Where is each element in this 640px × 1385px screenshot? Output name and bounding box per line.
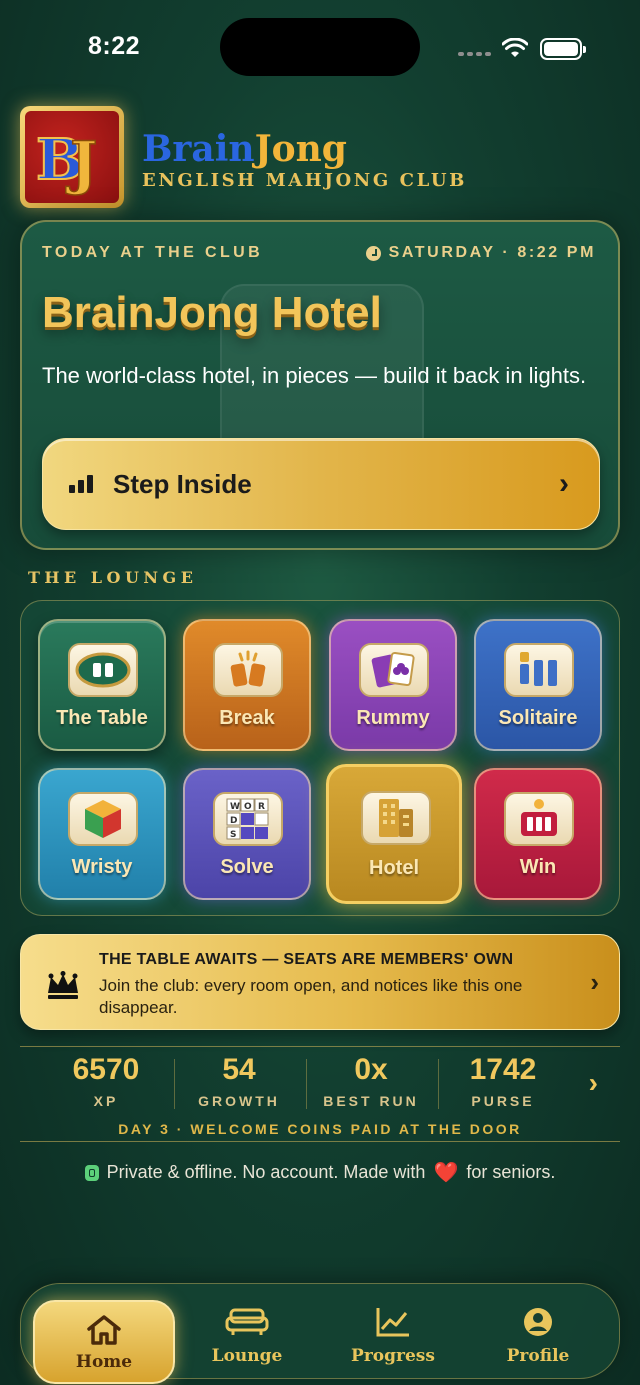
lounge-section-label: THE LOUNGE (28, 568, 198, 587)
stats-strip[interactable]: 6570 XP 54 GROWTH 0x BEST RUN 1742 PURSE… (20, 1046, 620, 1142)
hotel-icon (361, 791, 431, 845)
logo-monogram-icon: B J (35, 126, 98, 197)
battery-icon (540, 38, 586, 60)
featured-datetime-text: SATURDAY · 8:22 PM (388, 244, 596, 261)
dynamic-island (220, 18, 420, 76)
status-time: 8:22 (88, 32, 141, 60)
stat-value: 54 (222, 1053, 256, 1086)
notice-headline: THE TABLE AWAITS — SEATS ARE MEMBERS' OW… (99, 951, 514, 968)
word-grid-letter: S (230, 830, 236, 840)
stat-xp: 6570 XP (40, 1053, 172, 1109)
chevron-right-icon: › (559, 467, 569, 500)
step-inside-label: Step Inside (113, 469, 252, 499)
game-tile-the-table[interactable]: The Table (38, 619, 166, 751)
game-tile-solve[interactable]: W O R D S Solve (183, 768, 311, 900)
privacy-note: Private & offline. No account. Made with… (0, 1160, 640, 1185)
game-tile-label: Solve (220, 856, 274, 878)
brand-tagline: ENGLISH MAHJONG CLUB (142, 170, 467, 191)
svg-text:J: J (65, 129, 97, 197)
game-tile-wristy[interactable]: Wristy (38, 768, 166, 900)
word-grid-letter: R (258, 802, 265, 812)
featured-card: TODAY AT THE CLUB SATURDAY · 8:22 PM Bra… (20, 220, 620, 550)
tab-bar: Home Lounge Progress Profile (20, 1283, 620, 1384)
chart-icon (376, 1308, 409, 1337)
game-tile-label: Solitaire (498, 707, 578, 729)
tab-label: Progress (351, 1346, 435, 1366)
stat-purse: 1742 PURSE (437, 1053, 569, 1109)
tab-label: Profile (506, 1346, 570, 1366)
game-tile-label: Hotel (369, 857, 419, 879)
featured-datetime: SATURDAY · 8:22 PM (365, 244, 596, 262)
day-streak-line: DAY 3 · WELCOME COINS PAID AT THE DOOR (118, 1121, 522, 1137)
tab-progress[interactable]: Progress (323, 1284, 463, 1380)
wifi-icon (502, 38, 528, 57)
person-icon (524, 1308, 552, 1336)
cards-icon (359, 643, 429, 697)
clock-icon (365, 245, 381, 261)
privacy-text: Private & offline. No account. Made with (106, 1162, 426, 1182)
word-grid-letter: D (230, 816, 237, 826)
columns-icon (504, 643, 574, 697)
word-grid-letter: W (230, 802, 240, 812)
game-tile-solitaire[interactable]: Solitaire (474, 619, 602, 751)
brand-title: BrainJong (142, 128, 347, 170)
lounge-grid: The Table Break Rummy Solitaire Wristy W… (20, 600, 620, 916)
game-tile-label: Break (219, 707, 275, 729)
game-tile-label: Win (519, 856, 557, 878)
game-tile-hotel[interactable]: Hotel (326, 764, 462, 904)
chevron-right-icon: › (588, 1067, 598, 1098)
game-tile-break[interactable]: Break (183, 619, 311, 751)
sofa-icon (225, 1308, 269, 1335)
game-tile-label: Wristy (71, 856, 133, 878)
game-tile-label: The Table (56, 707, 148, 729)
lock-icon (84, 1164, 99, 1181)
cellular-signal-icon (458, 52, 491, 56)
tab-profile[interactable]: Profile (468, 1284, 608, 1380)
game-tile-rummy[interactable]: Rummy (329, 619, 457, 751)
stat-value: 1742 (469, 1053, 537, 1086)
stat-label: XP (93, 1093, 119, 1109)
stat-growth: 54 GROWTH (173, 1053, 305, 1109)
game-tile-label: Rummy (356, 707, 430, 729)
featured-description: The world-class hotel, in pieces — build… (42, 363, 587, 388)
word-grid-letter: O (244, 802, 252, 812)
stat-best-run: 0x BEST RUN (305, 1053, 437, 1109)
featured-kicker: TODAY AT THE CLUB (42, 244, 264, 261)
table-icon (68, 643, 138, 697)
chevron-right-icon: › (590, 967, 599, 997)
step-inside-button[interactable]: Step Inside › (42, 438, 600, 530)
featured-title: BrainJong Hotel (42, 288, 382, 337)
break-icon (213, 643, 283, 697)
signal-bars-icon (69, 475, 93, 493)
home-icon (87, 1315, 121, 1345)
game-tile-win[interactable]: Win (474, 768, 602, 900)
stat-value: 6570 (72, 1053, 140, 1086)
tab-lounge[interactable]: Lounge (177, 1284, 317, 1380)
stat-label: PURSE (471, 1093, 535, 1109)
tab-label: Lounge (211, 1346, 283, 1366)
word-grid-icon: W O R D S (213, 792, 283, 846)
stat-label: BEST RUN (323, 1093, 419, 1109)
stat-value: 0x (354, 1053, 388, 1086)
cube-icon (68, 792, 138, 846)
membership-notice[interactable]: THE TABLE AWAITS — SEATS ARE MEMBERS' OW… (20, 934, 620, 1030)
heart-icon: ❤️ (433, 1162, 459, 1184)
tab-label: Home (75, 1352, 133, 1372)
privacy-text-end: for seniors. (466, 1162, 556, 1182)
status-bar: 8:22 (0, 0, 640, 96)
stat-label: GROWTH (198, 1093, 280, 1109)
brand-part-brain: Brain (142, 128, 255, 170)
tab-home[interactable]: Home (33, 1300, 175, 1384)
win-icon (504, 792, 574, 846)
notice-body: Join the club: every room open, and noti… (99, 976, 523, 1017)
brand-part-jong: Jong (254, 128, 347, 170)
crown-icon (48, 971, 78, 999)
app-logo: B J (20, 106, 124, 208)
